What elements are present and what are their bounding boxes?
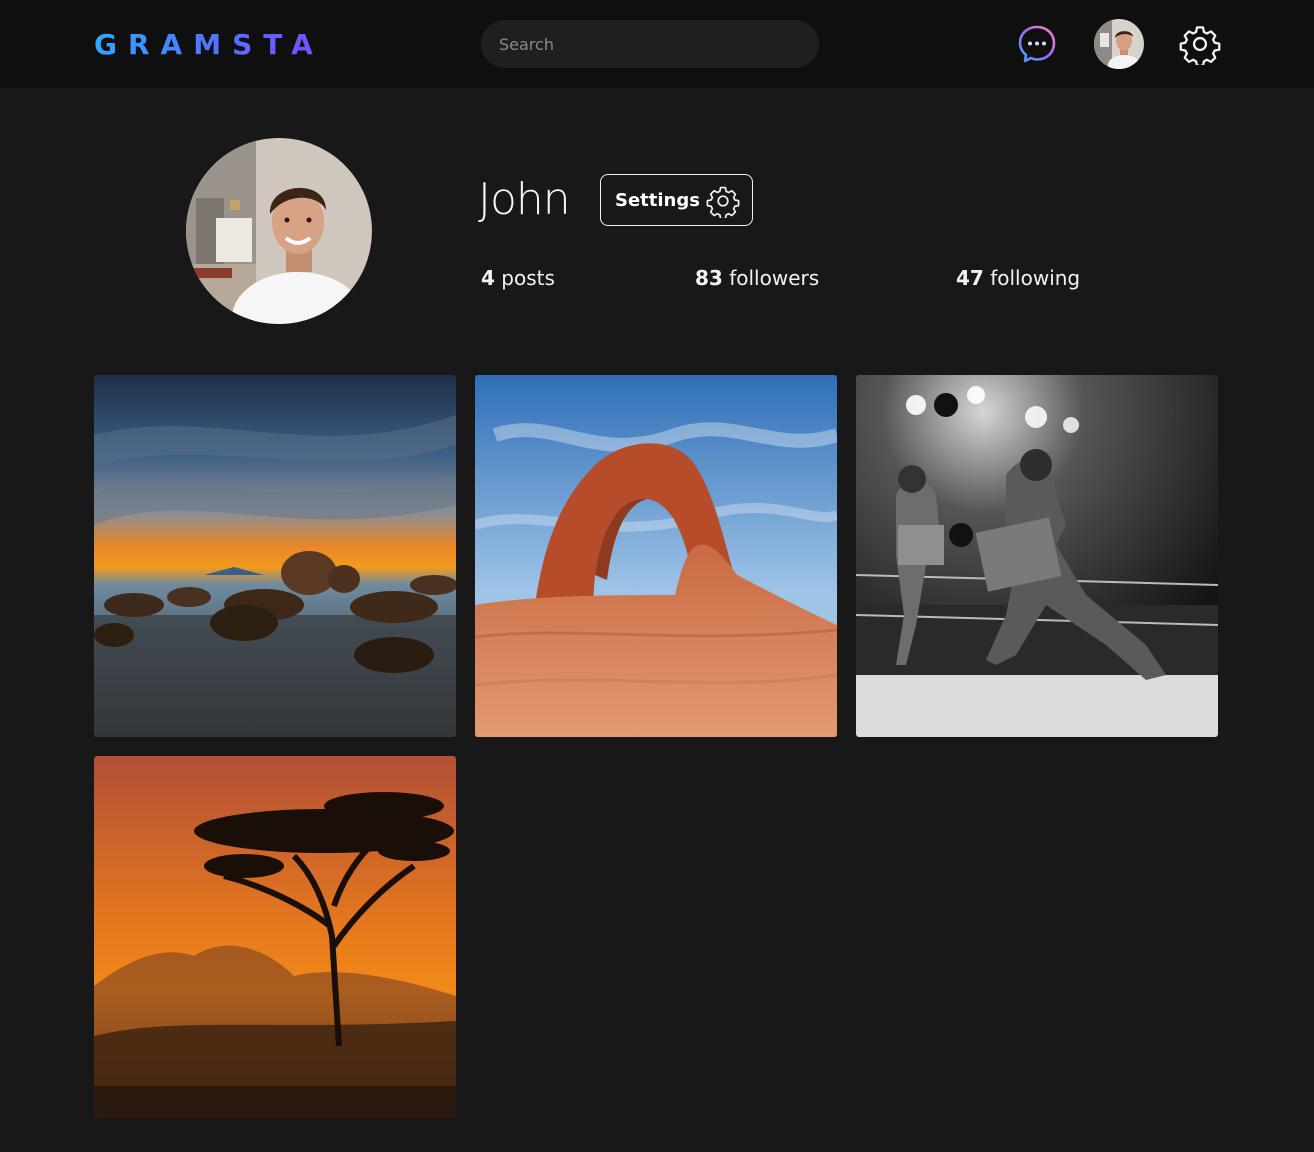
settings-button-label: Settings xyxy=(615,189,700,211)
followers-count-stat[interactable]: 83 followers xyxy=(695,264,819,292)
stat-count: 83 xyxy=(695,266,723,290)
messenger-icon[interactable] xyxy=(1016,23,1058,65)
stat-count: 4 xyxy=(481,266,495,290)
gear-icon[interactable] xyxy=(1179,23,1221,65)
following-count-stat[interactable]: 47 following xyxy=(956,264,1080,292)
profile-username: John xyxy=(478,174,571,225)
post-thumbnail-sunset-rocks[interactable] xyxy=(94,375,456,737)
stat-label: following xyxy=(990,266,1081,290)
post-thumbnail-boxing-match[interactable] xyxy=(856,375,1218,737)
stat-count: 47 xyxy=(956,266,984,290)
post-thumbnail-desert-arch[interactable] xyxy=(475,375,837,737)
post-thumbnail-acacia-sunset[interactable] xyxy=(94,756,456,1118)
avatar[interactable] xyxy=(1094,19,1144,69)
app-logo[interactable]: GRAMSTA xyxy=(94,26,324,64)
posts-count-stat: 4 posts xyxy=(481,264,555,292)
search-input[interactable] xyxy=(481,20,819,68)
gear-icon xyxy=(706,186,740,218)
settings-button[interactable]: Settings xyxy=(600,174,753,226)
stat-label: followers xyxy=(729,266,820,290)
top-navigation-bar: GRAMSTA xyxy=(0,0,1314,88)
stat-label: posts xyxy=(501,266,555,290)
profile-avatar xyxy=(186,138,372,324)
